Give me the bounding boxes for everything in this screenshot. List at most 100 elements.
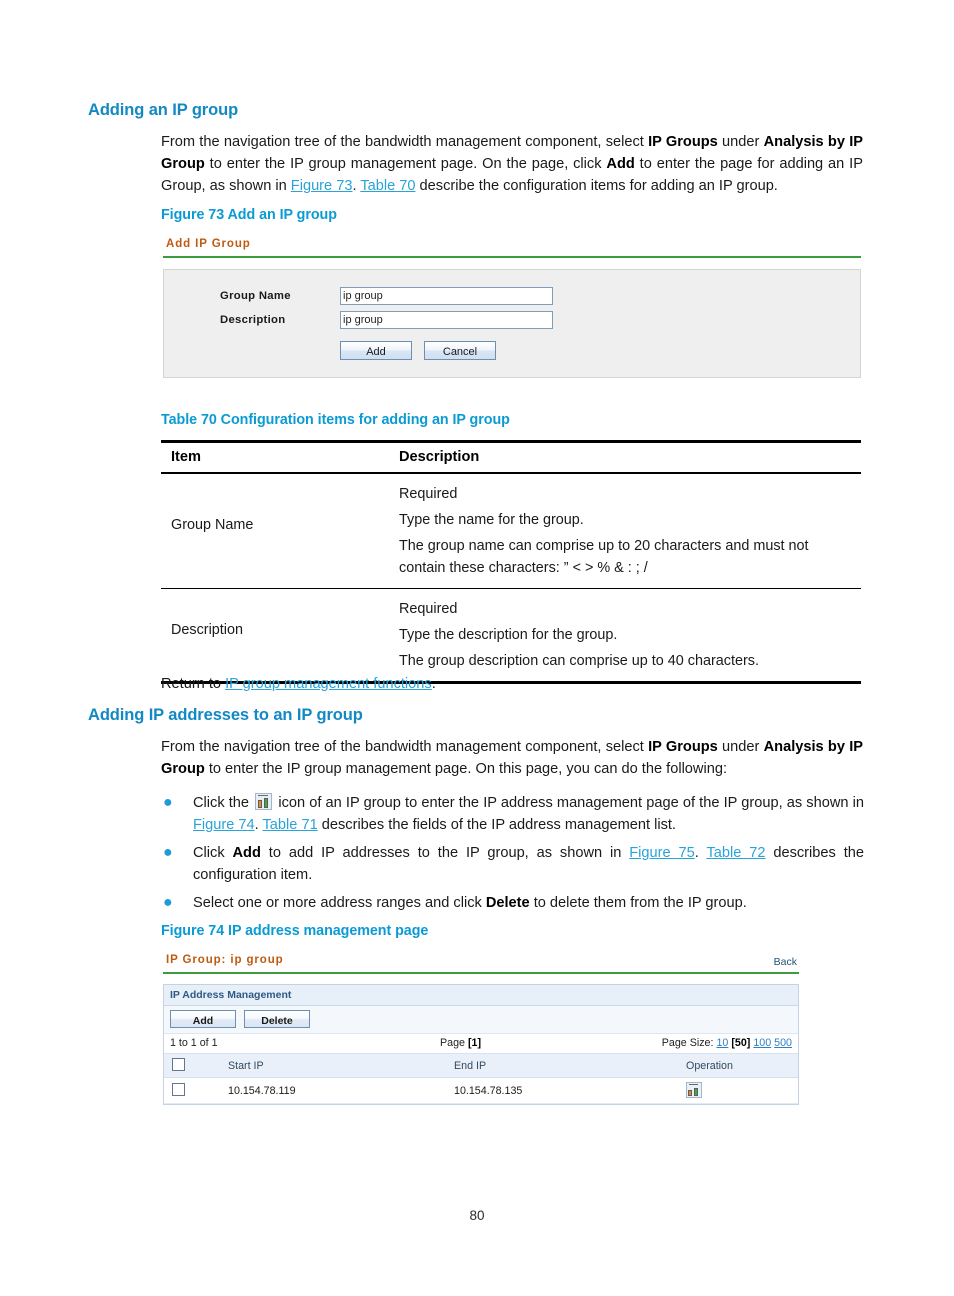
page-size-50-selected[interactable]: [50]: [731, 1037, 750, 1049]
section-2-paragraph: From the navigation tree of the bandwidt…: [161, 736, 863, 780]
xref-figure-75[interactable]: Figure 75: [629, 845, 695, 861]
figure-74-screenshot: IP Group: ip group Back IP Address Manag…: [163, 950, 799, 1105]
list-item: ● Select one or more address ranges and …: [161, 892, 864, 914]
para-bold-ip-groups: IP Groups: [648, 739, 718, 755]
list-item-text: Click the icon of an IP group to enter t…: [193, 792, 864, 836]
bullet-dot-icon: ●: [163, 844, 173, 861]
table-70-item-description: Description: [161, 588, 389, 684]
table-70: Item Description Group Name Required Typ…: [161, 440, 861, 684]
return-to-line: Return to IP group management functions.: [161, 673, 863, 695]
bullet-text: .: [254, 817, 263, 833]
page-size-selector: Page Size: 10 [50] 100 500: [590, 1037, 792, 1049]
para-text: From the navigation tree of the bandwidt…: [161, 739, 649, 755]
table-70-item-label: Group Name: [171, 517, 254, 533]
page-size-100[interactable]: 100: [753, 1037, 771, 1049]
add-button[interactable]: Add: [170, 1010, 236, 1028]
list-item: ● Click Add to add IP addresses to the I…: [161, 842, 864, 886]
panel-heading: IP Address Management: [164, 985, 798, 1006]
page-size-10[interactable]: 10: [716, 1037, 728, 1049]
add-ip-group-title: Add IP Group: [166, 238, 251, 250]
col-operation: Operation: [686, 1054, 798, 1078]
col-start-ip: Start IP: [228, 1054, 454, 1078]
form-row-description: Description: [220, 311, 553, 329]
row-checkbox[interactable]: [172, 1083, 185, 1096]
page-current: [1]: [467, 1037, 481, 1049]
description-label: Description: [220, 314, 286, 326]
cell-operation: [686, 1077, 798, 1104]
bullet-text: icon of an IP group to enter the IP addr…: [274, 795, 864, 811]
bullet-text: .: [694, 845, 707, 861]
select-all-checkbox[interactable]: [172, 1058, 185, 1071]
ip-address-table: Start IP End IP Operation 10.154.78.119 …: [164, 1054, 798, 1104]
bullet-dot-icon: ●: [163, 894, 173, 911]
bullet-bold-delete: Delete: [485, 895, 530, 911]
add-ip-group-title-bar: Add IP Group: [163, 234, 861, 258]
add-button[interactable]: Add: [340, 341, 412, 360]
desc-line: Required: [399, 486, 458, 502]
link-ip-group-management-functions[interactable]: IP group management functions: [225, 676, 432, 692]
group-name-label: Group Name: [220, 290, 291, 302]
figure-73-screenshot: Add IP Group Group Name Description Add …: [163, 234, 861, 378]
para-text: under: [717, 134, 764, 150]
record-range: 1 to 1 of 1: [170, 1037, 218, 1049]
ip-address-toolbar: Add Delete: [164, 1006, 798, 1034]
ip-group-title-bar: IP Group: ip group Back: [163, 950, 799, 974]
table-row: 10.154.78.119 10.154.78.135: [164, 1077, 798, 1104]
xref-figure-73[interactable]: Figure 73: [291, 178, 353, 194]
section-heading-adding-an-ip-group: Adding an IP group: [88, 101, 239, 119]
add-ip-group-form-panel: Group Name Description Add Cancel: [163, 269, 861, 378]
pager-bar: 1 to 1 of 1 Page [1] Page Size: 10 [50] …: [164, 1034, 798, 1054]
desc-line: Type the description for the group.: [399, 627, 618, 643]
table-70-header-row: Item Description: [161, 440, 861, 474]
back-link[interactable]: Back: [774, 956, 797, 968]
ip-group-title: IP Group: ip group: [166, 954, 284, 966]
page-size-500[interactable]: 500: [774, 1037, 792, 1049]
para-text: to enter the IP group management page. O…: [204, 156, 607, 172]
bullet-bold-add: Add: [232, 845, 261, 861]
delete-button[interactable]: Delete: [244, 1010, 310, 1028]
row-select-cell: [164, 1077, 228, 1104]
bullet-text: to delete them from the IP group.: [529, 895, 747, 911]
desc-line: Type the name for the group.: [399, 512, 584, 528]
bullet-list: ● Click the icon of an IP group to enter…: [161, 792, 864, 920]
table-70-description-group-name: Required Type the name for the group. Th…: [389, 473, 861, 589]
list-item-text: Click Add to add IP addresses to the IP …: [193, 842, 864, 886]
table-row: Group Name Required Type the name for th…: [161, 473, 861, 589]
return-suffix: .: [431, 676, 436, 692]
cell-start-ip: 10.154.78.119: [228, 1077, 454, 1104]
desc-line: The group name can comprise up to 20 cha…: [399, 538, 809, 576]
ip-address-management-icon: [255, 793, 273, 810]
bullet-text: Click: [193, 845, 233, 861]
table-70-item-label: Description: [171, 622, 243, 638]
desc-line: Required: [399, 601, 458, 617]
ip-address-management-icon[interactable]: [686, 1082, 702, 1098]
table-70-col-item: Item: [161, 440, 389, 474]
para-text: to enter the IP group management page. O…: [204, 761, 727, 777]
table-70-description-description: Required Type the description for the gr…: [389, 588, 861, 684]
group-name-input[interactable]: [340, 287, 553, 305]
select-all-header: [164, 1054, 228, 1078]
table-row: Description Required Type the descriptio…: [161, 588, 861, 684]
bullet-text: Click the: [193, 795, 254, 811]
document-page: Adding an IP group From the navigation t…: [0, 0, 954, 1296]
col-end-ip: End IP: [454, 1054, 686, 1078]
para-text: describe the configuration items for add…: [415, 178, 778, 194]
list-item-text: Select one or more address ranges and cl…: [193, 892, 864, 914]
bullet-text: to add IP addresses to the IP group, as …: [260, 845, 630, 861]
xref-figure-74[interactable]: Figure 74: [193, 817, 255, 833]
table-70-caption: Table 70 Configuration items for adding …: [161, 412, 510, 428]
xref-table-72[interactable]: Table 72: [706, 845, 765, 861]
page-label: Page: [440, 1037, 468, 1049]
xref-table-71[interactable]: Table 71: [263, 817, 318, 833]
description-input[interactable]: [340, 311, 553, 329]
desc-line: The group description can comprise up to…: [399, 653, 759, 669]
list-item: ● Click the icon of an IP group to enter…: [161, 792, 864, 836]
page-indicator: Page [1]: [440, 1037, 590, 1049]
cancel-button[interactable]: Cancel: [424, 341, 496, 360]
figure-74-caption: Figure 74 IP address management page: [161, 923, 429, 939]
xref-table-70[interactable]: Table 70: [360, 178, 415, 194]
ip-address-management-panel: IP Address Management Add Delete 1 to 1 …: [163, 984, 799, 1105]
figure-73-caption: Figure 73 Add an IP group: [161, 207, 337, 223]
bullet-text: describes the fields of the IP address m…: [317, 817, 676, 833]
para-text: From the navigation tree of the bandwidt…: [161, 134, 649, 150]
